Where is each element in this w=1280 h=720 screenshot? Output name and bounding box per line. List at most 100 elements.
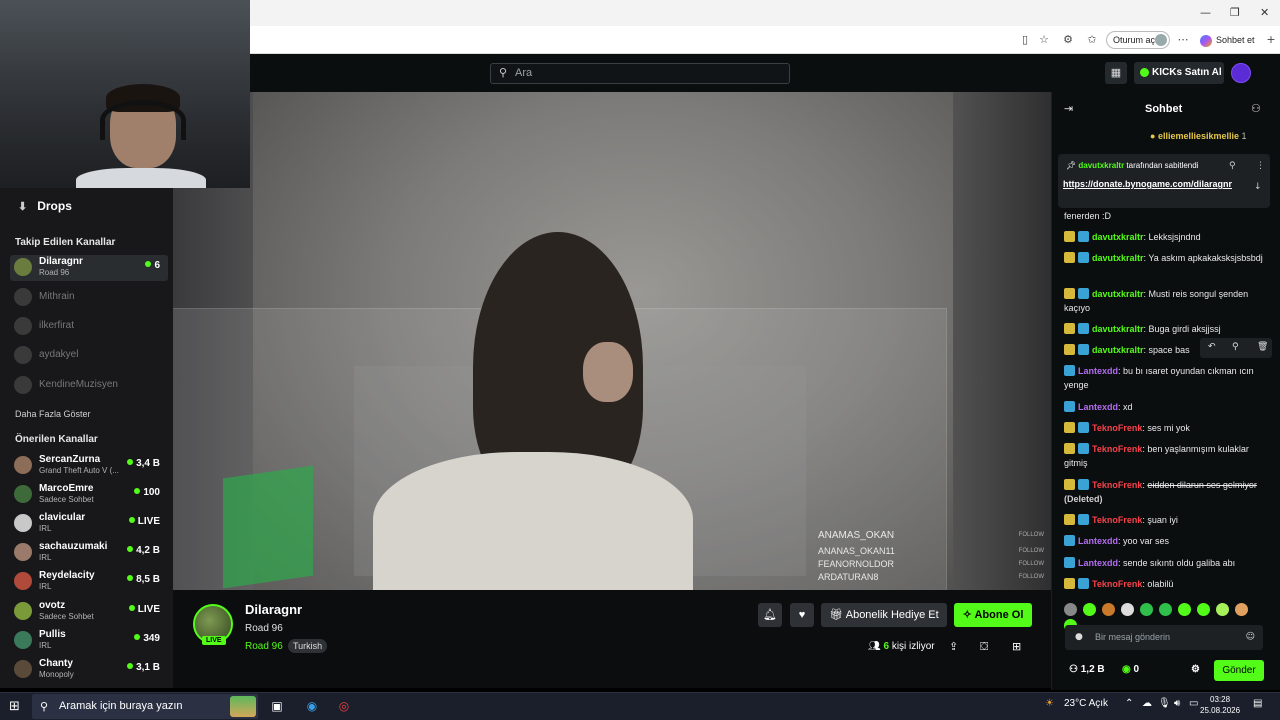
search-input[interactable]: ⚲ Ara	[490, 63, 790, 84]
sidebar-toggle-icon[interactable]: +	[1264, 33, 1278, 47]
emote-icon[interactable]	[1178, 603, 1191, 616]
message-user[interactable]: TeknoFrenk	[1092, 423, 1142, 433]
clip-icon[interactable]: ⛋	[980, 640, 988, 654]
message-user[interactable]: Lantexdd	[1078, 558, 1118, 568]
theater-mode-icon[interactable]: ⊞	[1012, 640, 1021, 653]
notifications-icon[interactable]: ▤	[1253, 698, 1262, 709]
kicks-buy-button[interactable]: KICKs Satın Al	[1134, 62, 1224, 84]
ghost-chat-name: ARDATURAN8	[818, 572, 879, 582]
expand-pinned-icon[interactable]: ↓	[1254, 182, 1262, 192]
category-link[interactable]: Road 96	[245, 641, 283, 652]
volume-icon[interactable]: 🔊︎	[1174, 698, 1180, 709]
message-user[interactable]: davutxkraltr	[1092, 253, 1144, 263]
close-window-icon[interactable]: ✕	[1260, 6, 1269, 19]
message-user[interactable]: Lantexdd	[1078, 366, 1118, 376]
drops-link[interactable]: ⬇ Drops	[18, 199, 72, 213]
follow-heart-icon[interactable]: ♥	[790, 603, 814, 627]
language-tag[interactable]: Turkish	[288, 639, 328, 653]
delete-icon[interactable]: 🗑︎	[1257, 342, 1268, 352]
browse-icon[interactable]: ▦	[1105, 62, 1127, 84]
microphone-icon[interactable]: 🎙︎	[1158, 698, 1171, 709]
notification-bell-icon[interactable]: 🔔︎	[758, 603, 782, 627]
windows-start-icon[interactable]: ⊞	[9, 699, 20, 714]
message-user[interactable]: davutxkraltr	[1092, 324, 1144, 334]
share-icon[interactable]: ⇪	[949, 640, 958, 653]
edge-browser-icon[interactable]: ◉	[302, 696, 322, 716]
user-avatar[interactable]	[1231, 63, 1251, 83]
emote-icon[interactable]	[1216, 603, 1229, 616]
recommended-channel[interactable]: Chanty Monopoly 3,1 B	[10, 657, 168, 683]
message-text: sende sıkıntı oldu galiba abı	[1123, 558, 1236, 568]
copilot-button[interactable]: Sohbet et	[1200, 31, 1255, 49]
favorite-star-icon[interactable]: ☆	[1037, 33, 1051, 47]
reply-icon[interactable]: ↶	[1208, 342, 1216, 352]
obs-app-icon[interactable]: ◎	[334, 696, 354, 716]
signin-button[interactable]: Oturum aç	[1106, 31, 1170, 49]
emote-icon[interactable]	[1197, 603, 1210, 616]
gift-sub-button[interactable]: 🎁︎ Abonelik Hediye Et	[821, 603, 947, 627]
message-user[interactable]: davutxkraltr	[1092, 289, 1144, 299]
emote-icon[interactable]	[1140, 603, 1153, 616]
message-user[interactable]: TeknoFrenk	[1092, 480, 1142, 490]
clock[interactable]: 03:28 25.08.2026	[1200, 694, 1240, 716]
gift-leaderboard[interactable]: ● elliemelliesikmellie 1	[1150, 131, 1247, 141]
show-more-link[interactable]: Daha Fazla Göster	[15, 409, 91, 419]
message-user[interactable]: TeknoFrenk	[1092, 579, 1142, 589]
followed-channel[interactable]: Mithrain	[10, 285, 168, 311]
recommended-channel[interactable]: MarcoEmre Sadece Sohbet 100	[10, 482, 168, 508]
network-icon[interactable]: ☁	[1142, 698, 1152, 709]
tray-expand-icon[interactable]: ⌃	[1125, 698, 1133, 709]
send-button[interactable]: Gönder	[1214, 660, 1264, 681]
message-user[interactable]: davutxkraltr	[1092, 345, 1144, 355]
chat-input[interactable]: ● Bir mesaj gönderin ☺	[1065, 625, 1263, 650]
subscribe-button[interactable]: ✧ Abone Ol	[954, 603, 1032, 627]
recommended-channel[interactable]: sachauzumaki IRL 4,2 B	[10, 540, 168, 566]
emote-icon[interactable]	[1102, 603, 1115, 616]
green-light	[223, 465, 313, 589]
message-user[interactable]: Lantexdd	[1078, 536, 1118, 546]
chat-settings-icon[interactable]: ⚙	[1191, 664, 1200, 675]
recommended-channel[interactable]: ovotz Sadece Sohbet LIVE	[10, 599, 168, 625]
message-user[interactable]: Lantexdd	[1078, 402, 1118, 412]
followed-channel[interactable]: Dilaragnr Road 96 6	[10, 255, 168, 281]
collapse-chat-icon[interactable]: ⇥	[1064, 102, 1073, 115]
message-user[interactable]: TeknoFrenk	[1092, 515, 1142, 525]
more-menu-icon[interactable]: ⋯	[1176, 33, 1190, 47]
pin-message-icon[interactable]: ⚲	[1232, 342, 1239, 352]
unpin-icon[interactable]: ⚲	[1229, 161, 1236, 171]
emote-icon[interactable]	[1064, 603, 1077, 616]
url-field[interactable]	[250, 29, 1010, 51]
video-player[interactable]: ANAMAS_OKAN FOLLOW ANANAS_OKAN11 FOLLOW FE…	[173, 92, 1051, 590]
message-user[interactable]: davutxkraltr	[1092, 232, 1144, 242]
emoji-picker-icon[interactable]: ☺	[1246, 625, 1255, 650]
reading-view-icon[interactable]: ▯	[1018, 33, 1032, 47]
channel-category: Road 96	[39, 268, 70, 277]
pinned-link[interactable]: https://donate.bynogame.com/dilaragnr	[1063, 178, 1248, 190]
recommended-channel[interactable]: Reydelacity IRL 8,5 B	[10, 569, 168, 595]
extensions-icon[interactable]: ⚙	[1061, 33, 1075, 47]
chat-users-icon[interactable]: ⚇	[1251, 102, 1261, 115]
recommended-channel[interactable]: Pullis IRL 349	[10, 628, 168, 654]
task-view-icon[interactable]: ▣	[267, 696, 287, 716]
emote-icon[interactable]	[1083, 603, 1096, 616]
message-user[interactable]: TeknoFrenk	[1092, 444, 1142, 454]
recommended-channel[interactable]: SercanZurna Grand Theft Auto V (... 3,4 …	[10, 453, 168, 479]
recommended-channel[interactable]: clavicular IRL LIVE	[10, 511, 168, 537]
taskbar-search[interactable]: ⚲ Aramak için buraya yazın	[32, 694, 258, 719]
followers-display[interactable]: ⚇ 1,2 B	[1069, 664, 1105, 675]
emote-icon[interactable]	[1159, 603, 1172, 616]
weather-icon[interactable]: ☀	[1045, 698, 1054, 709]
kicks-balance[interactable]: ◉ 0	[1122, 664, 1139, 675]
followed-channel[interactable]: aydakyel	[10, 343, 168, 369]
minimize-icon[interactable]: —	[1200, 6, 1211, 19]
streamer-name[interactable]: Dilaragnr	[245, 602, 302, 617]
emote-icon[interactable]	[1235, 603, 1248, 616]
followed-channel[interactable]: ilkerfirat	[10, 314, 168, 340]
pinned-more-icon[interactable]: ⋮	[1256, 161, 1265, 171]
followed-channel[interactable]: KendineMuzisyen	[10, 373, 168, 399]
weather-text[interactable]: 23°C Açık	[1064, 698, 1108, 709]
battery-icon[interactable]: ▭	[1189, 698, 1198, 709]
favorites-icon[interactable]: ✩	[1085, 33, 1099, 47]
maximize-icon[interactable]: ❐	[1230, 6, 1240, 19]
emote-icon[interactable]	[1121, 603, 1134, 616]
